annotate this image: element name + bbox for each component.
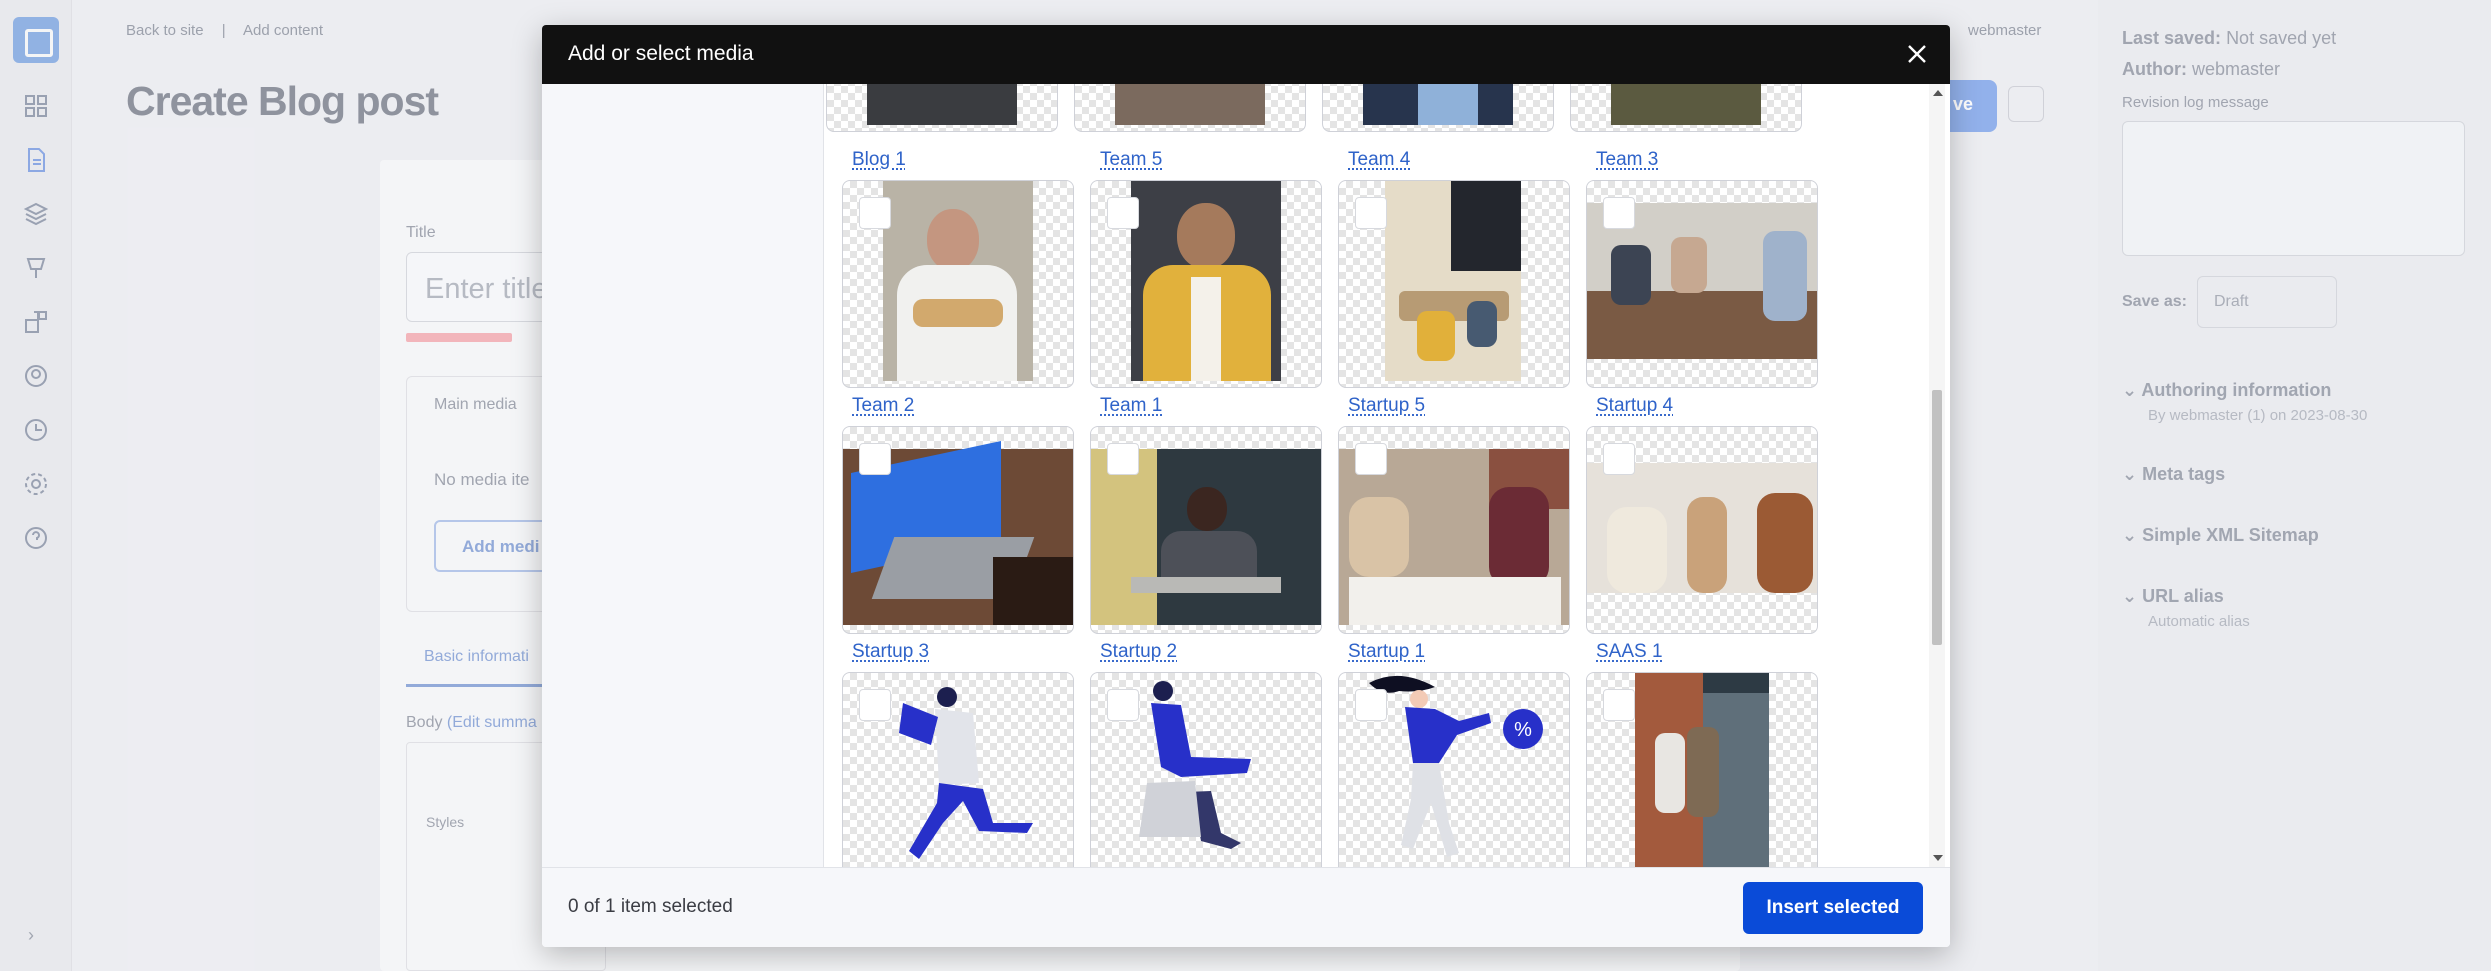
media-thumbnail	[842, 672, 1074, 867]
media-thumbnail	[1338, 180, 1570, 388]
svg-text:%: %	[1514, 719, 1532, 741]
media-label[interactable]: Blog 1	[852, 149, 906, 171]
media-thumbnail	[842, 180, 1074, 388]
media-label[interactable]: Startup 5	[1348, 395, 1425, 417]
select-checkbox[interactable]	[1107, 197, 1139, 229]
arrow-down-icon[interactable]	[1933, 855, 1943, 861]
media-label[interactable]: Startup 3	[852, 641, 929, 663]
media-thumbnail: %	[1338, 672, 1570, 867]
media-thumbnail	[1090, 180, 1322, 388]
select-checkbox[interactable]	[1603, 689, 1635, 721]
media-grid: Blog 1 Team 5 Team 4 Team 3 Team 2 Team …	[825, 84, 1950, 867]
media-label[interactable]: SAAS 1	[1596, 641, 1663, 663]
dialog-title: Add or select media	[568, 42, 754, 65]
dialog-header: Add or select media	[542, 25, 1950, 84]
select-checkbox[interactable]	[1603, 443, 1635, 475]
media-label[interactable]: Team 4	[1348, 149, 1410, 171]
select-checkbox[interactable]	[1107, 689, 1139, 721]
media-thumbnail	[1586, 426, 1818, 634]
insert-selected-button[interactable]: Insert selected	[1743, 882, 1923, 934]
media-label[interactable]: Team 5	[1100, 149, 1162, 171]
media-thumbnail	[842, 426, 1074, 634]
selection-status: 0 of 1 item selected	[568, 896, 733, 917]
select-checkbox[interactable]	[1603, 197, 1635, 229]
arrow-up-icon[interactable]	[1933, 90, 1943, 96]
dialog-footer: 0 of 1 item selected Insert selected	[542, 867, 1950, 947]
media-thumbnail	[1338, 426, 1570, 634]
media-thumbnail	[1570, 84, 1802, 132]
select-checkbox[interactable]	[859, 443, 891, 475]
select-checkbox[interactable]	[1107, 443, 1139, 475]
media-thumbnail	[1322, 84, 1554, 132]
media-library-dialog: Add or select media Blog 1 Team 5 Team 4…	[542, 25, 1950, 947]
media-label[interactable]: Team 1	[1100, 395, 1162, 417]
media-label[interactable]: Team 3	[1596, 149, 1658, 171]
select-checkbox[interactable]	[859, 689, 891, 721]
media-thumbnail	[1074, 84, 1306, 132]
media-label[interactable]: Startup 2	[1100, 641, 1177, 663]
scrollbar-thumb[interactable]	[1932, 390, 1942, 645]
select-checkbox[interactable]	[1355, 689, 1387, 721]
media-label[interactable]: Startup 1	[1348, 641, 1425, 663]
close-icon[interactable]	[1902, 39, 1932, 69]
select-checkbox[interactable]	[859, 197, 891, 229]
media-thumbnail	[1090, 672, 1322, 867]
media-label[interactable]: Team 2	[852, 395, 914, 417]
media-thumbnail	[826, 84, 1058, 132]
select-checkbox[interactable]	[1355, 197, 1387, 229]
grid-scrollbar[interactable]	[1929, 84, 1945, 867]
media-label[interactable]: Startup 4	[1596, 395, 1673, 417]
select-checkbox[interactable]	[1355, 443, 1387, 475]
media-thumbnail	[1586, 180, 1818, 388]
media-thumbnail	[1090, 426, 1322, 634]
media-thumbnail	[1586, 672, 1818, 867]
media-type-menu	[542, 84, 824, 867]
